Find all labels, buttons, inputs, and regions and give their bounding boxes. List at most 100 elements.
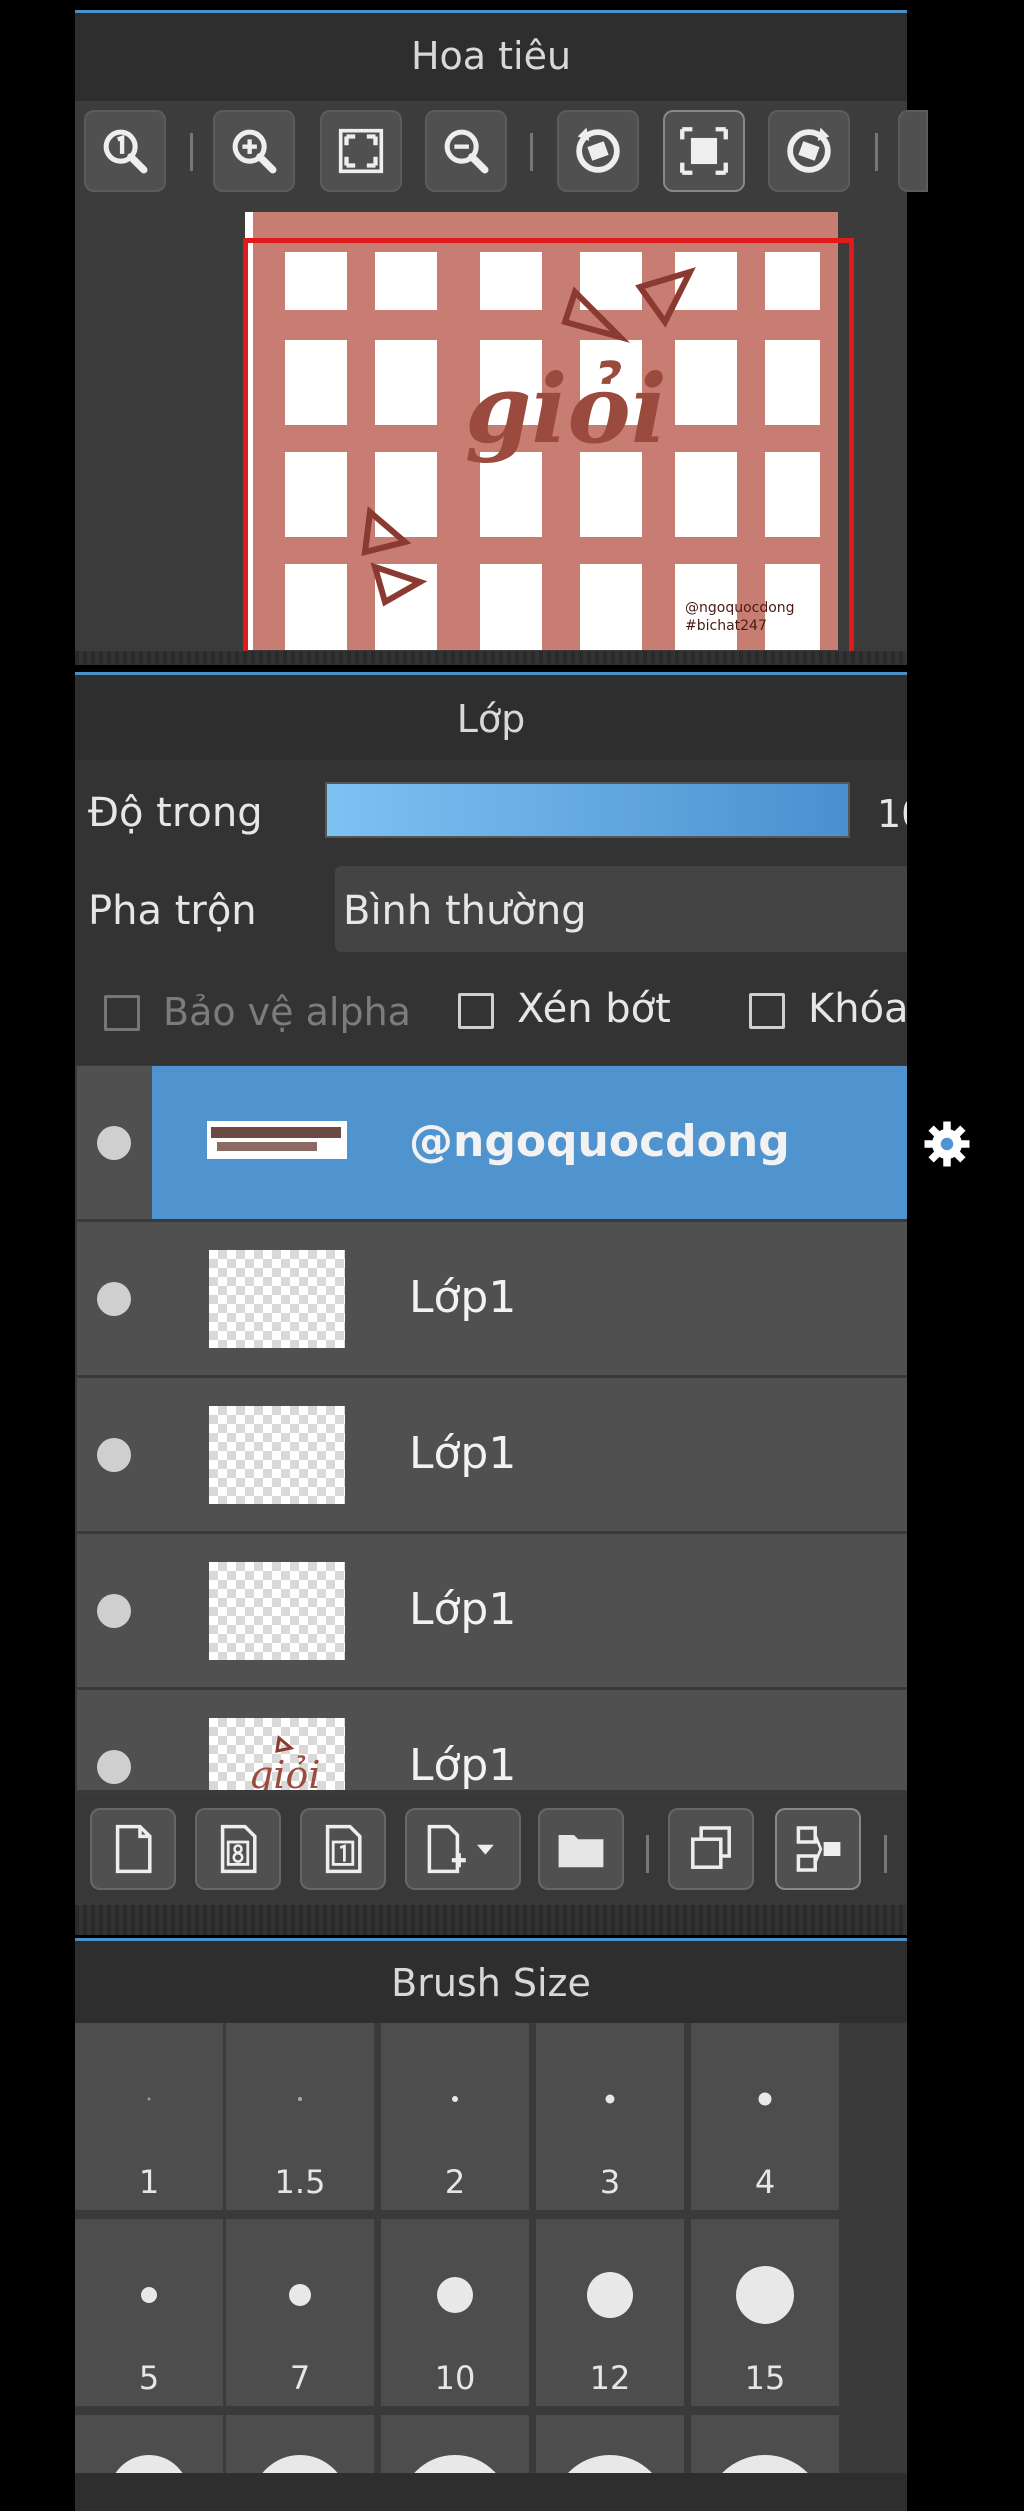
new-8bit-layer-icon bbox=[220, 1824, 257, 1874]
rotate-left-button[interactable] bbox=[557, 110, 639, 192]
lock-checkbox[interactable] bbox=[749, 993, 785, 1029]
visibility-toggle[interactable] bbox=[97, 1282, 131, 1316]
clipping-checkbox[interactable] bbox=[458, 993, 494, 1029]
fullscreen-button[interactable] bbox=[663, 110, 745, 192]
brush-preview-dot bbox=[736, 2266, 794, 2324]
panel-splitter[interactable] bbox=[75, 1905, 907, 1935]
brush-preview-dot bbox=[109, 2455, 189, 2473]
folder-icon bbox=[558, 1835, 604, 1868]
thumbnail-text: giỏi bbox=[249, 1753, 321, 1790]
brush-size-cell[interactable] bbox=[226, 2415, 374, 2473]
blend-mode-select[interactable]: Bình thường bbox=[335, 866, 907, 952]
brush-size-cell[interactable]: 1 bbox=[75, 2023, 223, 2210]
fit-window-icon bbox=[338, 128, 384, 174]
toolbar-separator bbox=[884, 1835, 887, 1873]
brush-size-label: 7 bbox=[289, 2359, 311, 2397]
layer-row[interactable]: Lớp1 bbox=[77, 1534, 907, 1687]
visibility-toggle[interactable] bbox=[97, 1750, 131, 1784]
visibility-toggle[interactable] bbox=[97, 1594, 131, 1628]
toolbar-separator bbox=[190, 133, 193, 171]
brush-preview-dot bbox=[400, 2455, 510, 2473]
new-1bit-layer-button[interactable] bbox=[300, 1808, 386, 1890]
zoom-out-button[interactable] bbox=[425, 110, 507, 192]
new-layer-button[interactable] bbox=[90, 1808, 176, 1890]
brush-size-label: 10 bbox=[434, 2359, 476, 2397]
brush-preview-dot bbox=[147, 2097, 151, 2101]
visibility-toggle[interactable] bbox=[97, 1438, 131, 1472]
add-layer-menu-button[interactable] bbox=[405, 1808, 521, 1890]
new-1bit-layer-icon bbox=[325, 1824, 362, 1874]
protect-alpha-label: Bảo vệ alpha bbox=[163, 990, 411, 1034]
opacity-value: 10 bbox=[877, 792, 907, 836]
viewport-indicator[interactable] bbox=[243, 238, 854, 651]
new-8bit-layer-button[interactable] bbox=[195, 1808, 281, 1890]
brush-size-cell[interactable]: 1.5 bbox=[226, 2023, 374, 2210]
brush-size-title: Brush Size bbox=[391, 1961, 591, 2005]
rotate-right-button[interactable] bbox=[768, 110, 850, 192]
brush-size-cell[interactable]: 2 bbox=[381, 2023, 529, 2210]
brush-size-cell[interactable]: 4 bbox=[691, 2023, 839, 2210]
brush-size-cell[interactable]: 10 bbox=[381, 2219, 529, 2406]
visibility-toggle[interactable] bbox=[97, 1126, 131, 1160]
brush-preview-dot bbox=[437, 2277, 473, 2313]
brush-size-cell[interactable]: 7 bbox=[226, 2219, 374, 2406]
brush-preview-dot bbox=[252, 2455, 348, 2473]
layer-row[interactable]: Lớp1 bbox=[77, 1222, 907, 1375]
app-window: Hoa tiêu giỏi @ngoquocdong #bichat247 Lớ… bbox=[0, 0, 1024, 2511]
add-layer-menu-icon bbox=[427, 1824, 494, 1874]
rotate-right-icon bbox=[787, 127, 831, 173]
brush-size-label: 5 bbox=[138, 2359, 160, 2397]
layer-row[interactable]: giỏi Lớp1 bbox=[77, 1690, 907, 1790]
layer-thumbnail bbox=[209, 1562, 345, 1660]
layer-name: Lớp1 bbox=[409, 1428, 517, 1479]
settings-gear-icon[interactable] bbox=[922, 1119, 972, 1169]
brush-preview-dot bbox=[587, 2272, 633, 2318]
layer-thumbnail bbox=[209, 1406, 345, 1504]
toolbar-separator bbox=[875, 133, 878, 171]
rotate-left-icon bbox=[576, 127, 620, 173]
fit-window-button[interactable] bbox=[320, 110, 402, 192]
merge-layer-button[interactable] bbox=[775, 1808, 861, 1890]
brush-size-cell[interactable]: 15 bbox=[691, 2219, 839, 2406]
opacity-slider-fill bbox=[327, 784, 848, 836]
duplicate-icon bbox=[691, 1826, 731, 1869]
brush-preview-dot bbox=[452, 2096, 458, 2102]
brush-size-label: 15 bbox=[744, 2359, 786, 2397]
layer-thumbnail: giỏi bbox=[209, 1718, 345, 1790]
layer-name: Lớp1 bbox=[409, 1584, 517, 1635]
brush-preview-dot bbox=[552, 2455, 668, 2473]
brush-size-label: 2 bbox=[444, 2163, 466, 2201]
zoom-in-icon bbox=[232, 129, 277, 174]
navigator-overflow-button[interactable] bbox=[898, 110, 928, 192]
layer-row[interactable]: Lớp1 bbox=[77, 1378, 907, 1531]
lock-label: Khóa bbox=[808, 986, 907, 1032]
brush-size-cell[interactable]: 3 bbox=[536, 2023, 684, 2210]
duplicate-layer-button[interactable] bbox=[668, 1808, 754, 1890]
layers-title: Lớp bbox=[456, 697, 526, 741]
zoom-out-icon bbox=[444, 129, 489, 174]
brush-size-cell[interactable] bbox=[691, 2415, 839, 2473]
brush-size-label: 12 bbox=[589, 2359, 631, 2397]
new-folder-button[interactable] bbox=[538, 1808, 624, 1890]
layer-row[interactable]: @ngoquocdong bbox=[77, 1066, 970, 1219]
navigator-title: Hoa tiêu bbox=[410, 34, 572, 78]
toolbar-separator bbox=[530, 133, 533, 171]
layer-thumbnail bbox=[207, 1121, 347, 1159]
panel-splitter[interactable] bbox=[75, 651, 907, 665]
blend-mode-label: Pha trộn bbox=[88, 888, 257, 934]
zoom-actual-button[interactable] bbox=[84, 110, 166, 192]
brush-size-cell[interactable] bbox=[536, 2415, 684, 2473]
brush-size-cell[interactable]: 5 bbox=[75, 2219, 223, 2406]
zoom-in-button[interactable] bbox=[213, 110, 295, 192]
opacity-slider[interactable] bbox=[325, 782, 850, 838]
protect-alpha-checkbox[interactable] bbox=[104, 995, 140, 1031]
brush-preview-dot bbox=[298, 2097, 302, 2101]
brush-size-cell[interactable] bbox=[75, 2415, 223, 2473]
brush-size-cell[interactable]: 12 bbox=[536, 2219, 684, 2406]
brush-size-label: 1.5 bbox=[274, 2163, 326, 2201]
merge-icon bbox=[796, 1826, 841, 1872]
brush-preview-dot bbox=[605, 2094, 615, 2104]
brush-preview-dot bbox=[705, 2455, 825, 2473]
layer-name: Lớp1 bbox=[409, 1740, 517, 1790]
brush-size-cell[interactable] bbox=[381, 2415, 529, 2473]
